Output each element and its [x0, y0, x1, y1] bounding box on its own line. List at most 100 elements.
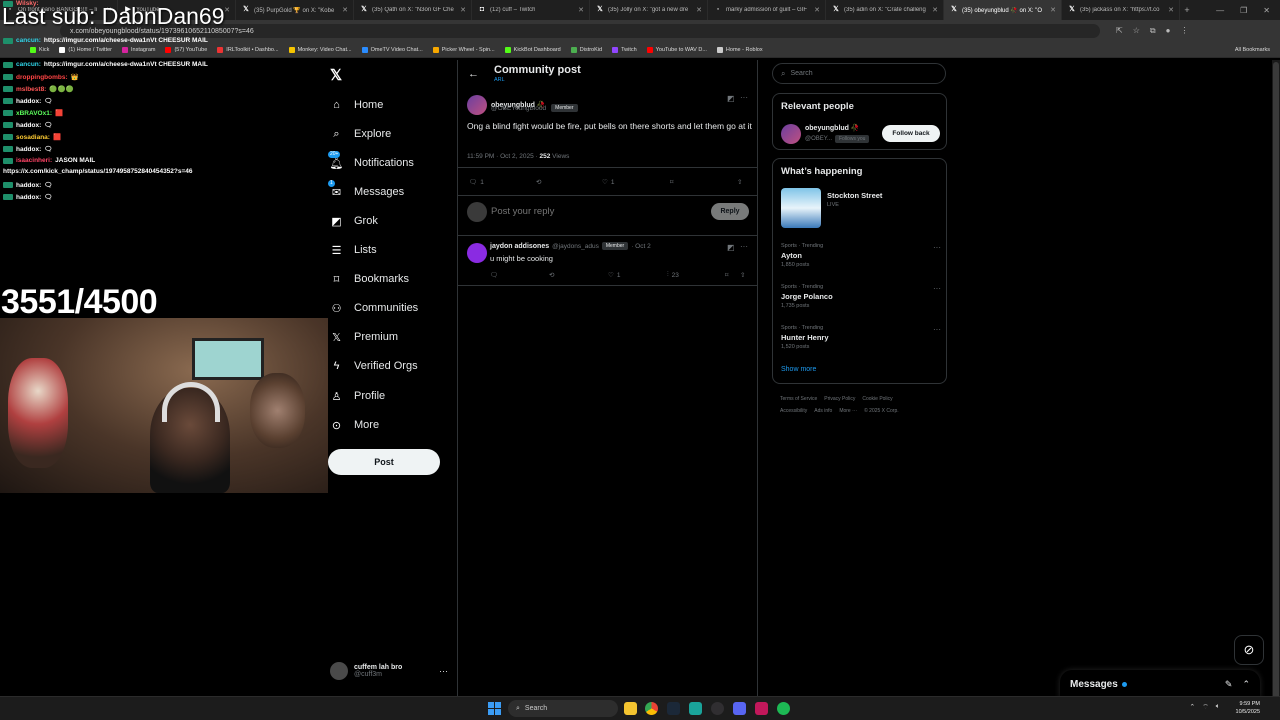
nav-item-more[interactable]: ⊙ More — [330, 416, 379, 434]
community-name[interactable]: ARL — [494, 77, 505, 83]
bookmark-action[interactable]: ⌑ — [670, 178, 673, 186]
trend-item[interactable]: Sports · Trending Hunter Henry 1,520 posts… — [781, 325, 941, 350]
nav-item-home[interactable]: ⌂ Home — [330, 96, 383, 114]
footer-link[interactable]: Terms of Service — [780, 396, 817, 402]
chevron-up-icon[interactable]: ⌃ — [1242, 679, 1250, 690]
browser-tab[interactable]: 𝕏 (35) Qath on X: "N3on GF Che ✕ — [354, 0, 472, 20]
chevron-up-icon[interactable]: ⌃ — [1189, 703, 1195, 712]
close-icon[interactable]: ✕ — [1168, 6, 1174, 14]
all-bookmarks-button[interactable]: All Bookmarks — [1235, 47, 1280, 53]
footer-link[interactable]: Privacy Policy — [824, 396, 855, 402]
follow-back-button[interactable]: Follow back — [882, 125, 940, 142]
relevant-person-name[interactable]: obeyungblud 🥀 — [805, 124, 860, 132]
spotify-icon[interactable] — [777, 702, 790, 715]
close-icon[interactable]: ✕ — [578, 6, 584, 14]
share-action[interactable]: ⇧ — [737, 178, 742, 186]
close-icon[interactable]: ✕ — [1050, 6, 1056, 14]
chrome-icon[interactable] — [645, 702, 658, 715]
grok-icon[interactable]: ◩ — [727, 94, 735, 103]
close-icon[interactable]: ✕ — [814, 6, 820, 14]
nav-item-explore[interactable]: ⌕ Explore — [330, 125, 391, 143]
minimize-icon[interactable]: — — [1216, 6, 1224, 15]
grok-float-button[interactable]: ⊘ — [1234, 635, 1264, 665]
views-action[interactable]: ⫶ 23 — [667, 271, 679, 279]
repost-action[interactable]: ⟲ — [536, 178, 544, 186]
nav-item-communities[interactable]: ⚇ Communities — [330, 299, 419, 317]
bookmark-item[interactable]: Twitch — [612, 46, 637, 53]
maximize-icon[interactable]: ❐ — [1240, 6, 1247, 15]
avatar[interactable] — [781, 124, 801, 144]
more-icon[interactable]: ··· — [439, 666, 448, 676]
bookmark-item[interactable]: YouTube to WAV D... — [646, 46, 707, 53]
discord-icon[interactable] — [733, 702, 746, 715]
app-icon[interactable] — [755, 702, 768, 715]
taskbar-search[interactable]: ⌕ Search — [508, 700, 618, 717]
more-icon[interactable]: ··· — [933, 325, 941, 334]
browser-tab[interactable]: 𝕏 (35) obeyungblud 🥀 on X: "O ✕ — [944, 0, 1062, 20]
share-action[interactable]: ⇧ — [740, 271, 745, 279]
post-button[interactable]: Post — [328, 449, 440, 475]
app-icon[interactable] — [689, 702, 702, 715]
steam-icon[interactable] — [667, 702, 680, 715]
nav-item-notifications[interactable]: 🔔︎ 20+ Notifications — [328, 150, 414, 172]
windows-start-icon[interactable] — [488, 702, 501, 715]
post-author-handle[interactable]: @OBEYoungBlood — [491, 105, 546, 112]
browser-tab[interactable]: ◘ (12) cuff – Twitch ✕ — [472, 0, 590, 20]
network-icon[interactable]: ⌔ — [1202, 703, 1209, 712]
bookmark-item[interactable]: Home - Roblox — [716, 46, 763, 53]
avatar[interactable] — [467, 95, 487, 115]
show-more-link[interactable]: Show more — [781, 366, 816, 373]
nav-item-verified-orgs[interactable]: ϟ Verified Orgs — [330, 357, 418, 375]
relevant-person-handle[interactable]: @OBEY... — [805, 136, 832, 142]
bookmark-item[interactable]: OmeTV Video Chat... — [361, 46, 423, 53]
messages-drawer[interactable]: Messages ✎ ⌃ — [1060, 670, 1260, 698]
grok-icon[interactable]: ◩ — [727, 243, 735, 252]
browser-tab[interactable]: 𝕏 (35) Jolly on X: "got a new dre ✕ — [590, 0, 708, 20]
avatar[interactable] — [467, 243, 487, 263]
nav-item-messages[interactable]: ✉ 1 Messages — [328, 179, 404, 201]
close-icon[interactable]: ✕ — [342, 6, 348, 14]
more-icon[interactable]: ··· — [740, 93, 748, 102]
bookmark-item[interactable]: Picker Wheel - Spin... — [432, 46, 495, 53]
bookmark-item[interactable]: (57) YouTube — [165, 46, 207, 53]
search-input[interactable] — [790, 70, 931, 77]
volume-icon[interactable]: 🔈︎ — [1216, 703, 1220, 712]
browser-tab[interactable]: 𝕏 (35) PurpGold 🏆 on X: "Kobe ✕ — [236, 0, 354, 20]
trend-item[interactable]: Sports · Trending Jorge Polanco 1,735 post… — [781, 284, 941, 309]
nav-item-profile[interactable]: ♙ Profile — [330, 387, 386, 405]
extension-icon[interactable]: ⧉ — [1150, 26, 1156, 36]
scrollbar-thumb[interactable] — [1273, 62, 1279, 702]
reply-button[interactable]: Reply — [711, 203, 749, 220]
install-icon[interactable]: ⇱ — [1116, 26, 1123, 36]
nav-item-bookmarks[interactable]: ⌑ Bookmarks — [330, 270, 409, 288]
file-explorer-icon[interactable] — [624, 702, 637, 715]
obs-icon[interactable] — [711, 702, 724, 715]
bookmark-action[interactable]: ⌑ — [725, 271, 728, 279]
bookmark-item[interactable]: Kick — [30, 46, 49, 53]
browser-tab[interactable]: 𝕏 (35) jackass on X: "https://t.co ✕ — [1062, 0, 1180, 20]
bookmark-item[interactable]: DistroKid — [570, 46, 602, 53]
footer-link[interactable]: © 2025 X Corp. — [864, 408, 899, 414]
nav-item-grok[interactable]: ◩ Grok — [330, 212, 378, 230]
account-switcher[interactable]: cuffem lah bro @cuff3m ··· — [330, 662, 448, 680]
reply-action[interactable]: 🗨︎ — [490, 271, 501, 279]
reply-author-name[interactable]: jaydon addisones — [490, 243, 549, 250]
bookmark-item[interactable]: Monkey: Video Chat... — [288, 46, 352, 53]
bookmark-item[interactable]: KickBot Dashboard — [504, 46, 561, 53]
footer-link[interactable]: Ads info — [814, 408, 832, 414]
live-event[interactable]: Stockton Street LIVE — [781, 188, 941, 230]
close-icon[interactable]: ✕ — [932, 6, 938, 14]
close-icon[interactable]: ✕ — [1263, 6, 1270, 15]
close-icon[interactable]: ✕ — [224, 6, 230, 14]
browser-tab[interactable]: ◦ marky admission of guilt – GIF ✕ — [708, 0, 826, 20]
bookmark-item[interactable]: (1) Home / Twitter — [59, 46, 112, 53]
bookmark-item[interactable]: Instagram — [122, 46, 155, 53]
repost-action[interactable]: ⟲ — [549, 271, 557, 279]
footer-link[interactable]: Cookie Policy — [862, 396, 892, 402]
reply-author-handle[interactable]: @jaydons_adus — [552, 243, 599, 250]
reply-action[interactable]: 🗨︎ 1 — [469, 178, 484, 187]
more-icon[interactable]: ··· — [933, 284, 941, 293]
new-tab-button[interactable]: + — [1180, 5, 1194, 15]
reply-input[interactable] — [491, 206, 691, 217]
menu-icon[interactable]: ⋮ — [1180, 26, 1188, 36]
